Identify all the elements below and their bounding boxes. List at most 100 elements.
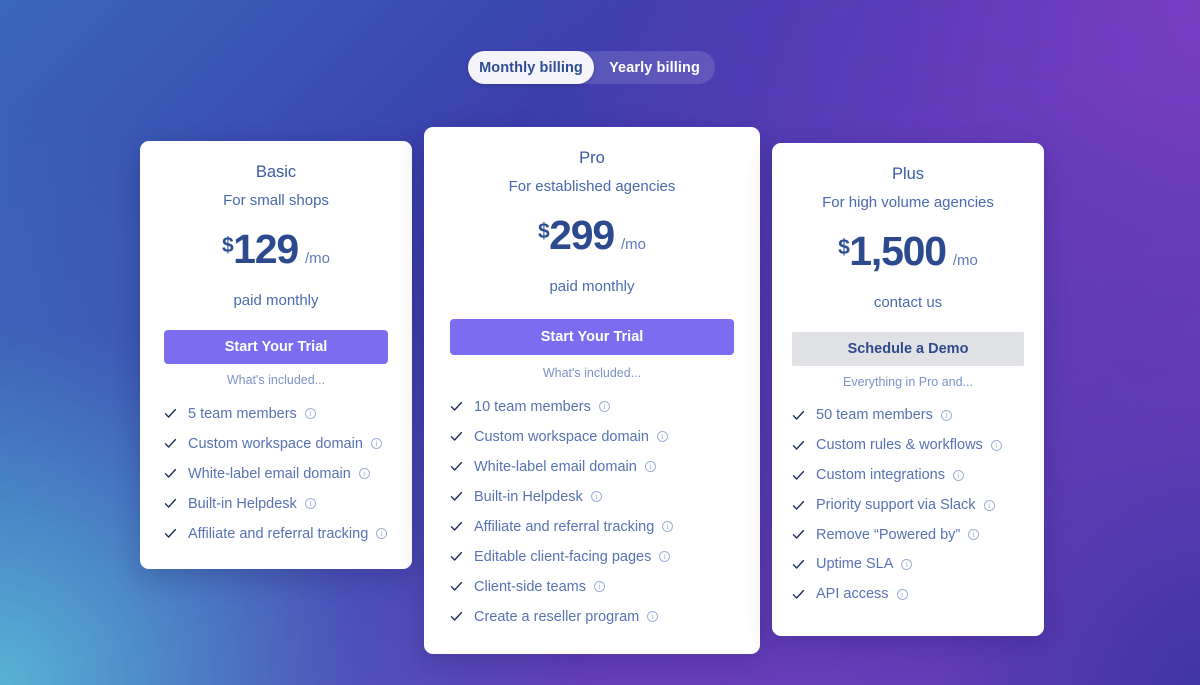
info-icon[interactable]: i (952, 469, 964, 481)
price-amount: 299 (549, 211, 615, 258)
info-icon[interactable]: i (304, 498, 316, 510)
check-icon (450, 490, 463, 503)
check-icon (792, 409, 805, 422)
plan-tagline: For small shops (223, 191, 329, 209)
info-icon[interactable]: i (376, 528, 388, 540)
start-trial-button[interactable]: Start Your Trial (450, 318, 734, 355)
feature-label: Built-in Helpdesk (474, 488, 583, 505)
feature-label: 10 team members (474, 398, 591, 415)
feature-item: API access i (792, 580, 1024, 610)
billing-period-toggle[interactable]: Monthly billing Yearly billing (468, 51, 715, 84)
feature-list: 10 team members i Custom workspace domai… (450, 392, 734, 632)
feature-item: White-label email domain i (164, 459, 388, 489)
info-icon[interactable]: i (940, 410, 952, 422)
info-icon[interactable]: i (662, 521, 674, 533)
check-icon (450, 610, 463, 623)
pricing-card-pro: Pro For established agencies $ 299 /mo p… (424, 127, 760, 654)
check-icon (164, 437, 177, 450)
price-amount: 129 (233, 225, 299, 272)
price-currency: $ (537, 219, 550, 243)
included-label: What's included... (542, 365, 642, 380)
feature-item: Custom rules & workflows i (792, 431, 1024, 461)
info-icon[interactable]: i (896, 588, 908, 600)
info-icon[interactable]: i (304, 408, 316, 420)
info-icon[interactable]: i (983, 499, 995, 511)
price-period: /mo (952, 251, 978, 269)
price-row: $ 299 /mo (450, 211, 734, 258)
feature-label: Priority support via Slack (816, 496, 976, 513)
feature-label: Custom workspace domain (474, 428, 649, 445)
info-icon[interactable]: i (656, 431, 668, 443)
pricing-page: Monthly billing Yearly billing Basic For… (0, 0, 1200, 685)
feature-item: Custom workspace domain i (450, 422, 734, 452)
check-icon (792, 469, 805, 482)
info-icon[interactable]: i (644, 461, 656, 473)
info-icon[interactable]: i (901, 559, 913, 571)
feature-label: White-label email domain (474, 458, 637, 475)
price-currency: $ (838, 235, 850, 259)
feature-item: Custom workspace domain i (164, 429, 388, 459)
feature-list: 50 team members i Custom rules & workflo… (792, 401, 1024, 610)
price-period: /mo (620, 235, 646, 253)
feature-item: Editable client-facing pages i (450, 542, 734, 572)
feature-item: Built-in Helpdesk i (450, 482, 734, 512)
info-icon[interactable]: i (358, 468, 370, 480)
feature-item: Built-in Helpdesk i (164, 489, 388, 519)
feature-list: 5 team members i Custom workspace domain… (164, 399, 388, 549)
feature-label: Built-in Helpdesk (188, 495, 297, 512)
included-label: Everything in Pro and... (843, 374, 973, 389)
billing-note: paid monthly (233, 291, 319, 309)
check-icon (450, 550, 463, 563)
schedule-demo-button[interactable]: Schedule a Demo (792, 331, 1024, 366)
feature-label: 50 team members (816, 407, 933, 424)
plan-name: Basic (255, 163, 297, 181)
check-icon (792, 588, 805, 601)
check-icon (164, 527, 177, 540)
price-row: $ 1,500 /mo (792, 227, 1024, 274)
check-icon (792, 528, 805, 541)
pricing-card-basic: Basic For small shops $ 129 /mo paid mon… (140, 141, 412, 569)
feature-label: Remove “Powered by” (816, 526, 961, 543)
feature-label: Custom workspace domain (188, 435, 363, 452)
feature-item: 50 team members i (792, 401, 1024, 431)
check-icon (792, 558, 805, 571)
feature-item: Uptime SLA i (792, 550, 1024, 580)
feature-label: Client-side teams (474, 578, 587, 595)
toggle-option-monthly[interactable]: Monthly billing (468, 51, 594, 84)
pricing-card-plus: Plus For high volume agencies $ 1,500 /m… (772, 143, 1044, 636)
info-icon[interactable]: i (598, 401, 610, 413)
info-icon[interactable]: i (647, 611, 659, 623)
info-icon[interactable]: i (990, 439, 1002, 451)
feature-label: Uptime SLA (816, 556, 894, 573)
start-trial-button[interactable]: Start Your Trial (164, 329, 388, 364)
feature-label: Create a reseller program (474, 608, 640, 625)
info-icon[interactable]: i (590, 491, 602, 503)
feature-label: White-label email domain (188, 465, 351, 482)
feature-label: Affiliate and referral tracking (474, 518, 655, 535)
feature-item: Client-side teams i (450, 572, 734, 602)
info-icon[interactable]: i (968, 529, 980, 541)
feature-label: Editable client-facing pages (474, 548, 652, 565)
check-icon (450, 400, 463, 413)
feature-label: API access (816, 586, 889, 603)
info-icon[interactable]: i (594, 581, 606, 593)
plan-tagline: For high volume agencies (822, 193, 994, 211)
price-amount: 1,500 (849, 227, 947, 274)
info-icon[interactable]: i (370, 438, 382, 450)
plan-name: Plus (891, 165, 925, 183)
feature-item: Create a reseller program i (450, 602, 734, 632)
toggle-option-yearly[interactable]: Yearly billing (594, 51, 715, 84)
feature-item: Remove “Powered by” i (792, 520, 1024, 550)
feature-item: Affiliate and referral tracking i (450, 512, 734, 542)
check-icon (164, 467, 177, 480)
check-icon (164, 497, 177, 510)
feature-label: Affiliate and referral tracking (188, 525, 369, 542)
feature-item: Custom integrations i (792, 460, 1024, 490)
check-icon (450, 430, 463, 443)
plan-tagline: For established agencies (508, 177, 676, 195)
plan-name: Pro (579, 149, 605, 167)
feature-item: 5 team members i (164, 399, 388, 429)
billing-note: contact us (873, 293, 943, 311)
info-icon[interactable]: i (659, 551, 671, 563)
check-icon (792, 439, 805, 452)
